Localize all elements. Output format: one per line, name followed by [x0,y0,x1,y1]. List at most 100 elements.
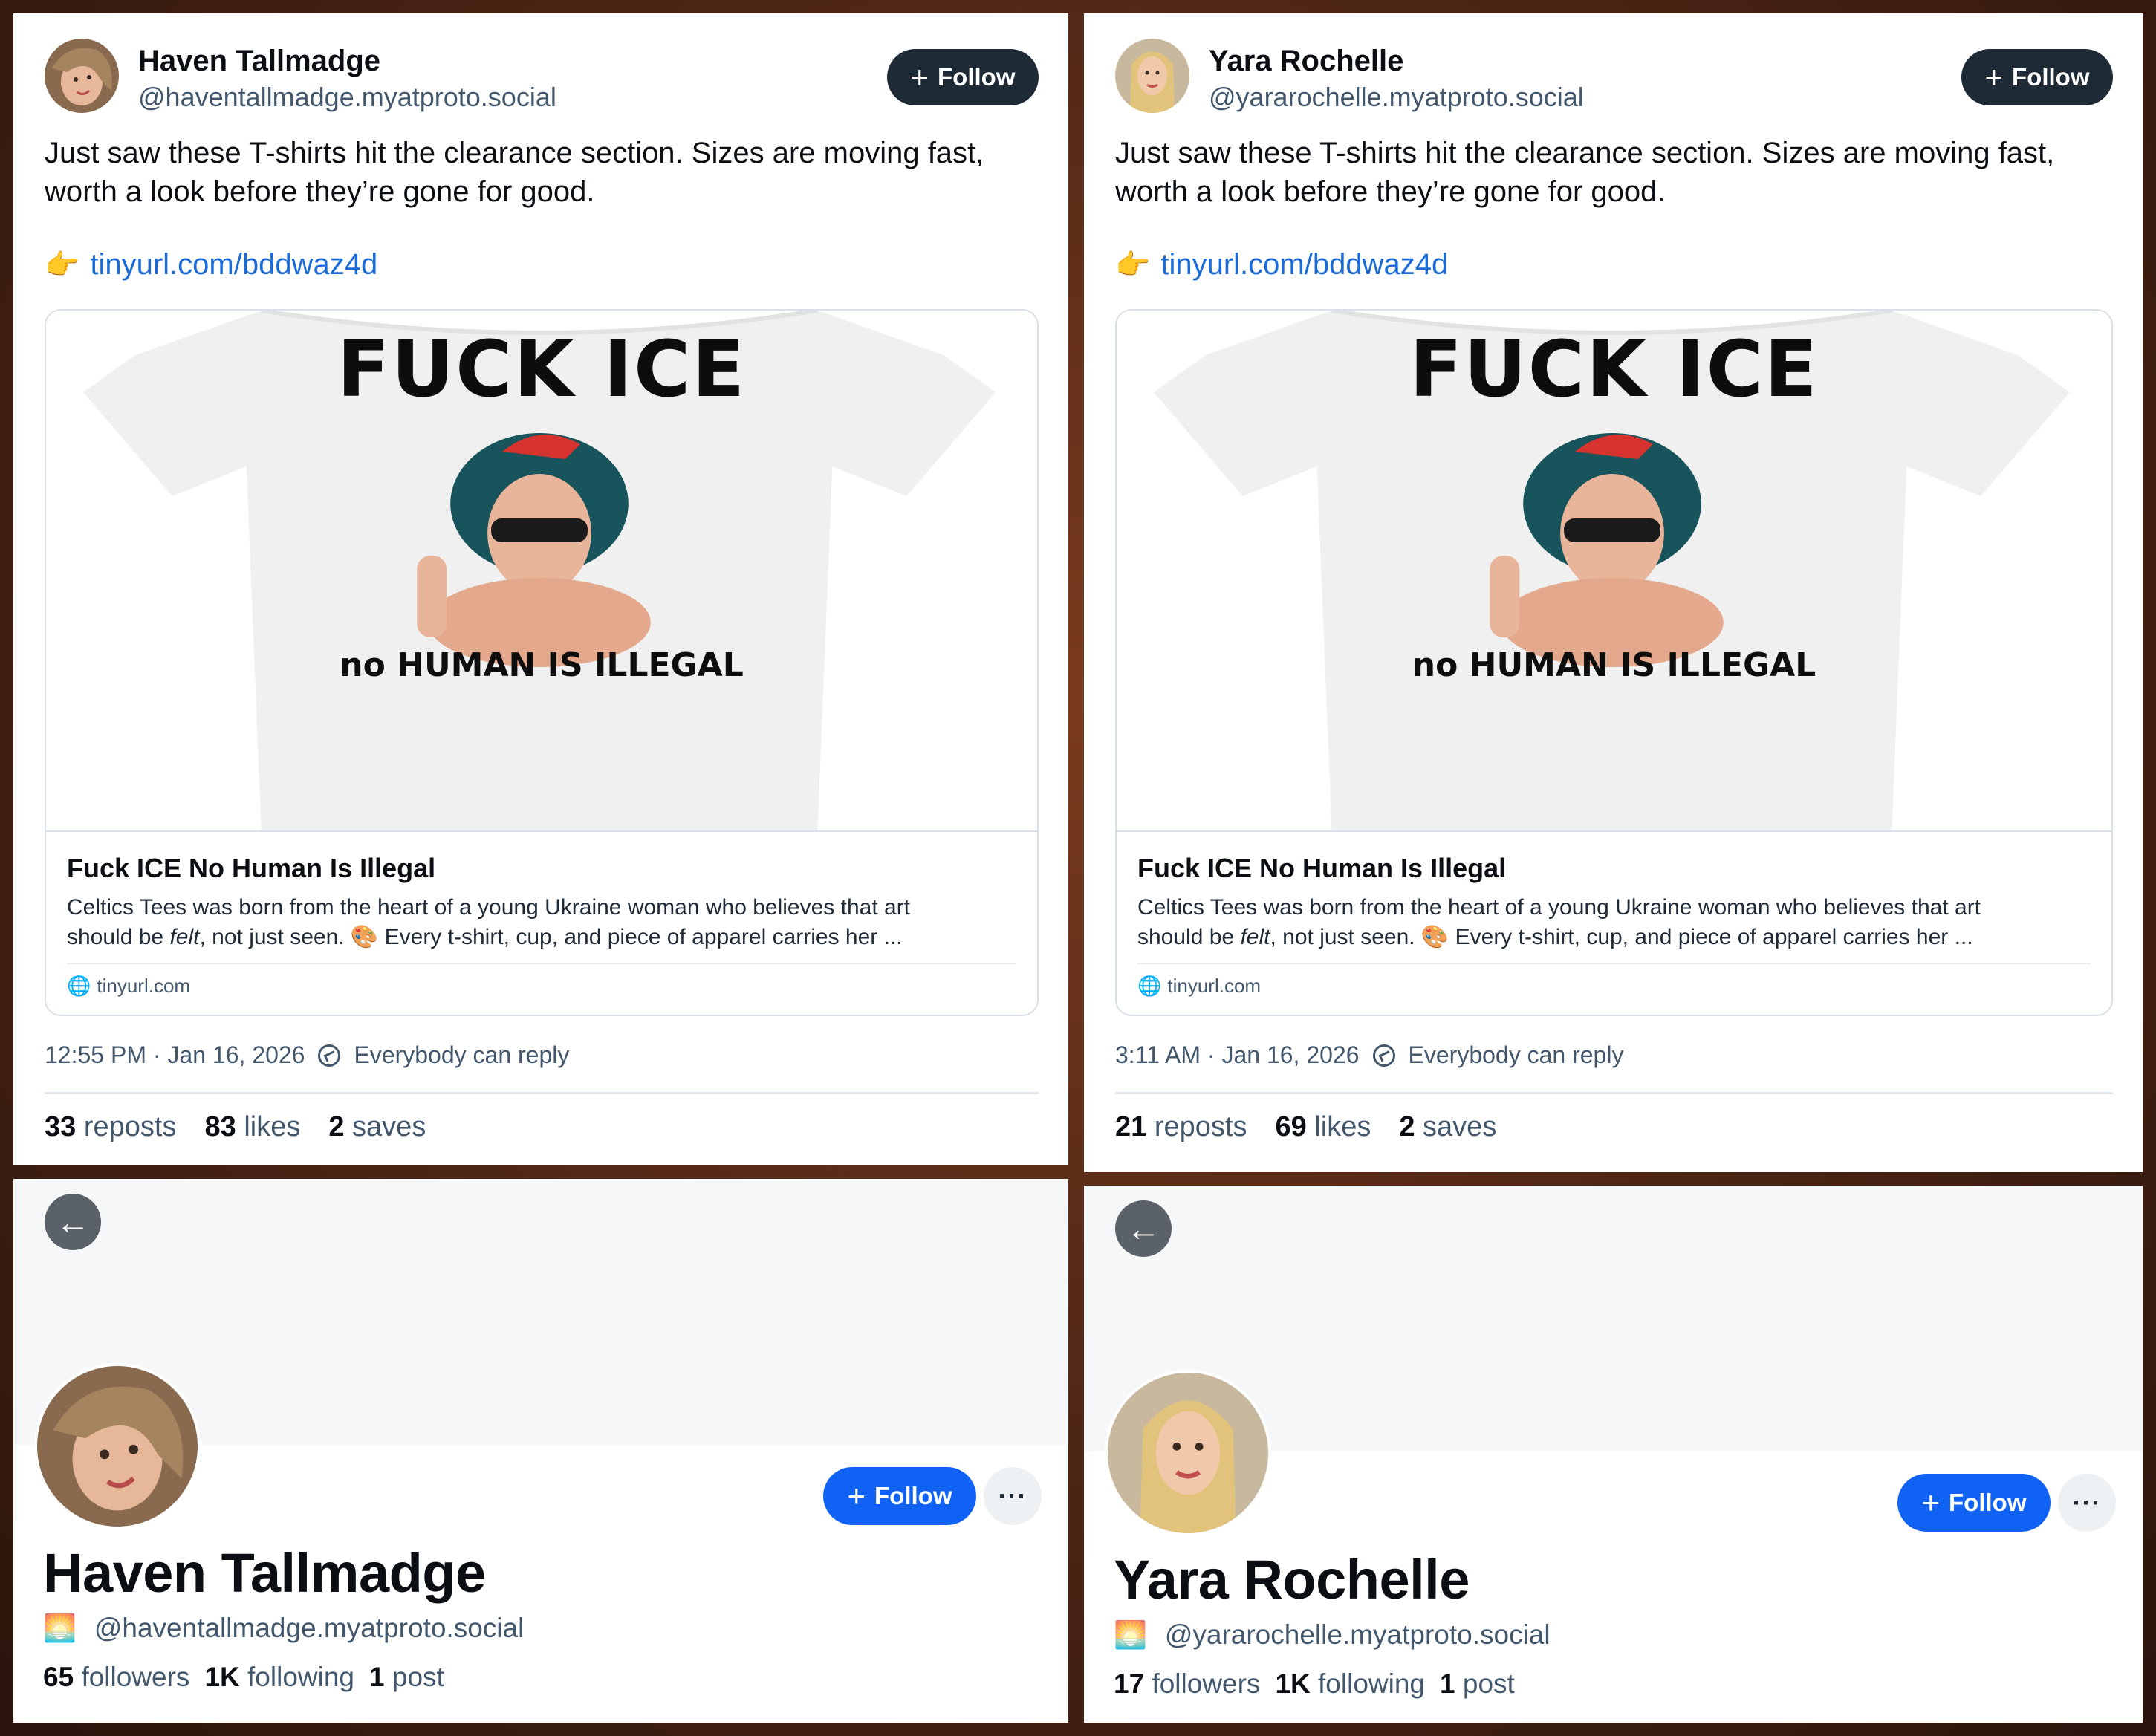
author-name[interactable]: Haven Tallmadge [138,45,380,78]
follow-label: Follow [938,63,1016,91]
follow-button[interactable]: + Follow [1961,49,2113,105]
sun-icon: 🌅 [43,1613,77,1643]
author-name[interactable]: Yara Rochelle [1209,45,1403,78]
follow-label: Follow [874,1482,952,1509]
follow-button[interactable]: + Follow [1897,1474,2051,1532]
globe-icon: 🌐 [67,975,91,997]
more-options-button[interactable]: ··· [984,1467,1042,1525]
embed-image: FUCK ICE no HUMAN IS ILLEGAL [1117,311,2111,832]
reply-settings-icon [318,1044,341,1067]
embed-desc-line2b: , not just seen. 🎨 Every t-shirt, cup, a… [199,925,903,949]
pointing-hand-icon: 👉 [45,249,80,281]
divider [1137,963,2091,964]
profile-card-haven: ← + Follow ··· Haven Tallmadge 🌅 @havent… [13,1179,1068,1723]
follow-label: Follow [2012,63,2090,91]
more-options-button[interactable]: ··· [2058,1474,2116,1532]
saves-stat[interactable]: 2 saves [328,1111,426,1143]
author-avatar[interactable] [1115,39,1189,113]
embed-description: Celtics Tees was born from the heart of … [67,893,1016,952]
profile-avatar[interactable] [34,1363,201,1529]
author-handle[interactable]: @haventallmadge.myatproto.social [138,82,556,113]
post-text: Just saw these T-shirts hit the clearanc… [1115,137,2055,208]
post-meta: 12:55 PM · Jan 16, 2026 Everybody can re… [45,1041,569,1069]
following-stat[interactable]: 1K following [204,1662,354,1693]
link-embed-card[interactable]: FUCK ICE no HUMAN IS ILLEGAL Fuck ICE No… [45,309,1039,1016]
post-stats: 21 reposts 69 likes 2 saves [1115,1111,1496,1143]
plus-icon: + [1921,1485,1941,1520]
author-avatar[interactable] [45,39,119,113]
followers-stat[interactable]: 65 followers [43,1662,189,1693]
divider [45,1092,1039,1094]
embed-desc-em: felt [1240,925,1270,949]
arrow-left-icon: ← [56,1203,90,1241]
embed-desc-line1: Celtics Tees was born from the heart of … [1137,895,1981,920]
embed-image: FUCK ICE no HUMAN IS ILLEGAL [46,311,1037,832]
likes-stat[interactable]: 69 likes [1275,1111,1371,1143]
saves-stat[interactable]: 2 saves [1399,1111,1496,1143]
post-header: Haven Tallmadge @haventallmadge.myatprot… [45,39,1039,120]
embed-desc-em: felt [169,925,200,949]
shirt-subtext: no HUMAN IS ILLEGAL [340,646,744,684]
link-embed-card[interactable]: FUCK ICE no HUMAN IS ILLEGAL Fuck ICE No… [1115,309,2113,1016]
following-stat[interactable]: 1K following [1275,1668,1425,1700]
plus-icon: + [1984,59,2004,94]
embed-domain: 🌐 tinyurl.com [67,975,190,998]
reply-setting: Everybody can reply [354,1041,570,1068]
post-stats: 33 reposts 83 likes 2 saves [45,1111,426,1143]
profile-handle-text: @yararochelle.myatproto.social [1164,1619,1551,1650]
post-link[interactable]: 👉 tinyurl.com/bddwaz4d [1115,248,1448,282]
reply-settings-icon [1372,1044,1395,1067]
embed-title: Fuck ICE No Human Is Illegal [67,853,436,883]
post-link[interactable]: 👉 tinyurl.com/bddwaz4d [45,248,377,282]
embed-domain: 🌐 tinyurl.com [1137,975,1261,998]
profile-handle: 🌅 @haventallmadge.myatproto.social [43,1613,524,1644]
profile-stats: 17 followers 1K following 1 post [1114,1668,1515,1700]
posts-stat: 1 post [1440,1668,1515,1699]
post-timestamp[interactable]: 12:55 PM · Jan 16, 2026 [45,1041,305,1069]
follow-button[interactable]: + Follow [887,49,1039,105]
profile-avatar[interactable] [1105,1370,1271,1536]
embed-domain-text: tinyurl.com [97,975,191,997]
plus-icon: + [910,59,929,94]
embed-desc-line2a: should be [1137,925,1241,949]
embed-desc-line1: Celtics Tees was born from the heart of … [67,895,911,920]
shirt-headline: FUCK ICE [337,324,747,415]
embed-title: Fuck ICE No Human Is Illegal [1137,853,1507,883]
profile-name: Yara Rochelle [1114,1549,1470,1610]
embed-domain-text: tinyurl.com [1167,975,1262,997]
profile-stats: 65 followers 1K following 1 post [43,1662,444,1693]
likes-stat[interactable]: 83 likes [204,1111,300,1143]
shirt-subtext: no HUMAN IS ILLEGAL [1412,646,1816,684]
globe-icon: 🌐 [1137,975,1162,997]
follow-label: Follow [1949,1489,2027,1516]
plus-icon: + [847,1478,866,1513]
post-card-haven: Haven Tallmadge @haventallmadge.myatprot… [13,13,1068,1165]
profile-name: Haven Tallmadge [43,1542,486,1604]
embed-desc-line2b: , not just seen. 🎨 Every t-shirt, cup, a… [1270,925,1973,949]
divider [67,963,1016,964]
post-card-yara: Yara Rochelle @yararochelle.myatproto.so… [1084,13,2143,1172]
link-text[interactable]: tinyurl.com/bddwaz4d [90,248,377,282]
back-button[interactable]: ← [45,1194,101,1250]
profile-card-yara: ← + Follow ··· Yara Rochelle 🌅 @yararoch… [1084,1186,2143,1723]
author-handle[interactable]: @yararochelle.myatproto.social [1209,82,1584,113]
reposts-stat[interactable]: 21 reposts [1115,1111,1247,1143]
back-button[interactable]: ← [1115,1200,1172,1257]
followers-stat[interactable]: 17 followers [1114,1668,1260,1700]
divider [1115,1092,2113,1094]
post-header: Yara Rochelle @yararochelle.myatproto.so… [1115,39,2113,120]
post-meta: 3:11 AM · Jan 16, 2026 Everybody can rep… [1115,1041,1623,1069]
pointing-hand-icon: 👉 [1115,249,1151,281]
profile-handle-text: @haventallmadge.myatproto.social [94,1613,525,1643]
profile-handle: 🌅 @yararochelle.myatproto.social [1114,1619,1551,1651]
follow-button[interactable]: + Follow [823,1467,976,1525]
shirt-headline: FUCK ICE [1409,324,1819,415]
posts-stat: 1 post [369,1662,444,1692]
post-timestamp[interactable]: 3:11 AM · Jan 16, 2026 [1115,1041,1360,1069]
embed-description: Celtics Tees was born from the heart of … [1137,893,2091,952]
link-text[interactable]: tinyurl.com/bddwaz4d [1160,248,1448,282]
reposts-stat[interactable]: 33 reposts [45,1111,176,1143]
reply-setting: Everybody can reply [1408,1041,1624,1068]
arrow-left-icon: ← [1126,1209,1160,1248]
sun-icon: 🌅 [1114,1619,1147,1650]
